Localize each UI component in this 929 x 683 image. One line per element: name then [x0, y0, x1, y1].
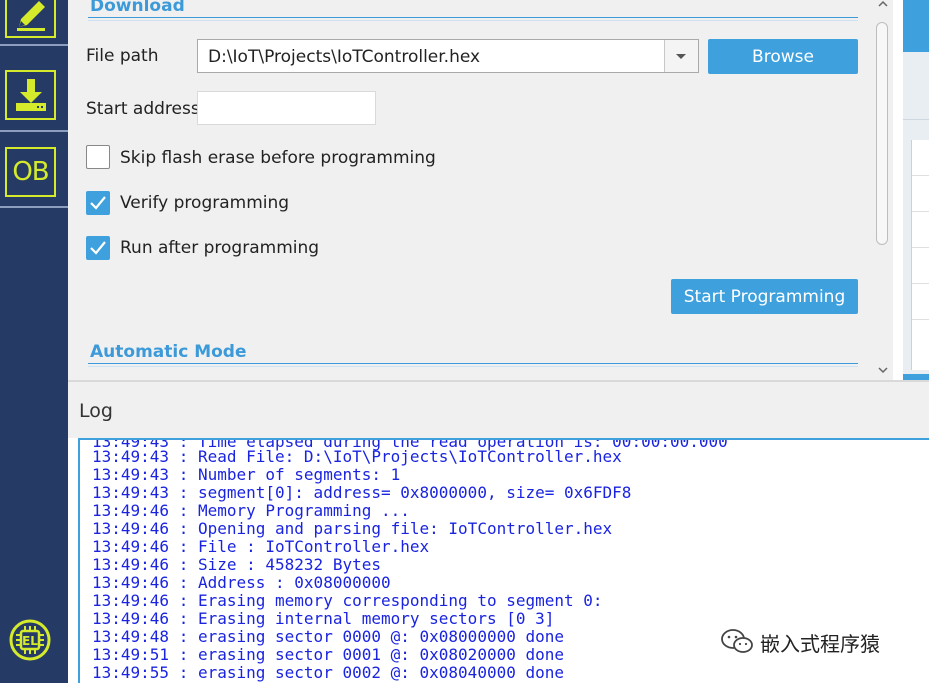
sidebar-separator	[0, 206, 68, 208]
log-header: Log	[68, 380, 929, 438]
ob-icon: OB	[12, 157, 49, 187]
right-panel-frame	[903, 40, 929, 380]
file-path-combobox[interactable]: D:\IoT\Projects\IoTController.hex	[197, 39, 699, 73]
start-address-input[interactable]	[197, 91, 376, 125]
log-line: 13:49:46 : Memory Programming ...	[92, 501, 410, 520]
log-line: 13:49:46 : Address : 0x08000000	[92, 573, 391, 592]
chip-icon: EL	[9, 619, 51, 661]
divider	[912, 211, 929, 212]
right-panel-tab[interactable]	[903, 0, 929, 40]
skip-flash-erase-checkbox[interactable]	[86, 145, 110, 169]
log-line: 13:49:43 : segment[0]: address= 0x800000…	[92, 483, 632, 502]
chip-logo-button[interactable]: EL	[8, 618, 52, 666]
checkmark-icon	[90, 196, 106, 210]
section-rule	[88, 17, 858, 18]
wechat-icon	[721, 629, 753, 653]
sidebar-separator	[0, 130, 68, 132]
run-after-programming-label: Run after programming	[120, 238, 320, 258]
watermark: 嵌入式程序猿	[720, 624, 920, 664]
log-line: 13:49:51 : erasing sector 0001 @: 0x0802…	[92, 645, 565, 664]
left-sidebar: OB EL	[0, 0, 68, 683]
log-line: 13:49:55 : erasing sector 0002 @: 0x0804…	[92, 663, 565, 682]
download-panel: Download File path D:\IoT\Projects\IoTCo…	[68, 0, 873, 380]
sidebar-separator	[0, 44, 68, 46]
skip-flash-erase-label: Skip flash erase before programming	[120, 148, 436, 168]
run-after-programming-checkbox[interactable]	[86, 236, 110, 260]
scrollbar-thumb[interactable]	[876, 22, 888, 245]
log-title: Log	[79, 400, 113, 422]
watermark-text: 嵌入式程序猿	[760, 632, 880, 656]
section-rule	[88, 363, 858, 364]
edit-mode-button[interactable]	[5, 0, 56, 38]
right-panel-table	[911, 140, 929, 370]
right-panel-body	[903, 52, 929, 374]
log-line: 13:49:43 : Number of segments: 1	[92, 465, 401, 484]
section-title-automatic-mode: Automatic Mode	[90, 342, 247, 362]
right-panel	[893, 0, 929, 380]
file-path-label: File path	[86, 46, 159, 66]
log-line: 13:49:46 : Erasing internal memory secto…	[92, 609, 555, 628]
log-line: 13:49:46 : Opening and parsing file: IoT…	[92, 519, 613, 538]
divider	[68, 380, 929, 382]
file-path-value: D:\IoT\Projects\IoTController.hex	[208, 47, 481, 67]
edit-icon	[16, 1, 45, 31]
section-rule	[88, 366, 858, 367]
divider	[912, 247, 929, 248]
divider	[912, 283, 929, 284]
divider	[903, 119, 929, 120]
option-bytes-button[interactable]: OB	[5, 147, 56, 197]
start-programming-button[interactable]: Start Programming	[671, 279, 858, 314]
checkmark-icon	[90, 241, 106, 255]
log-line: 13:49:48 : erasing sector 0000 @: 0x0800…	[92, 627, 565, 646]
verify-programming-checkbox[interactable]	[86, 191, 110, 215]
verify-programming-label: Verify programming	[120, 193, 290, 213]
log-line: 13:49:46 : Erasing memory corresponding …	[92, 591, 603, 610]
svg-text:EL: EL	[22, 634, 38, 648]
log-line: 13:49:46 : File : IoTController.hex	[92, 537, 430, 556]
start-address-label: Start address	[86, 99, 200, 119]
file-path-dropdown-button[interactable]	[664, 40, 698, 72]
scroll-down-icon[interactable]	[877, 365, 889, 375]
divider	[912, 175, 929, 176]
log-line: 13:49:43 : Read File: D:\IoT\Projects\Io…	[92, 447, 622, 466]
scroll-up-icon[interactable]	[877, 0, 889, 8]
divider	[912, 319, 929, 320]
download-icon	[15, 79, 46, 111]
main-scrollbar[interactable]	[873, 0, 893, 380]
chevron-down-icon	[676, 54, 686, 59]
download-mode-button[interactable]	[5, 70, 56, 120]
section-title-download: Download	[90, 0, 185, 16]
log-line: 13:49:46 : Size : 458232 Bytes	[92, 555, 381, 574]
browse-button[interactable]: Browse	[708, 39, 858, 74]
section-rule	[88, 20, 858, 21]
